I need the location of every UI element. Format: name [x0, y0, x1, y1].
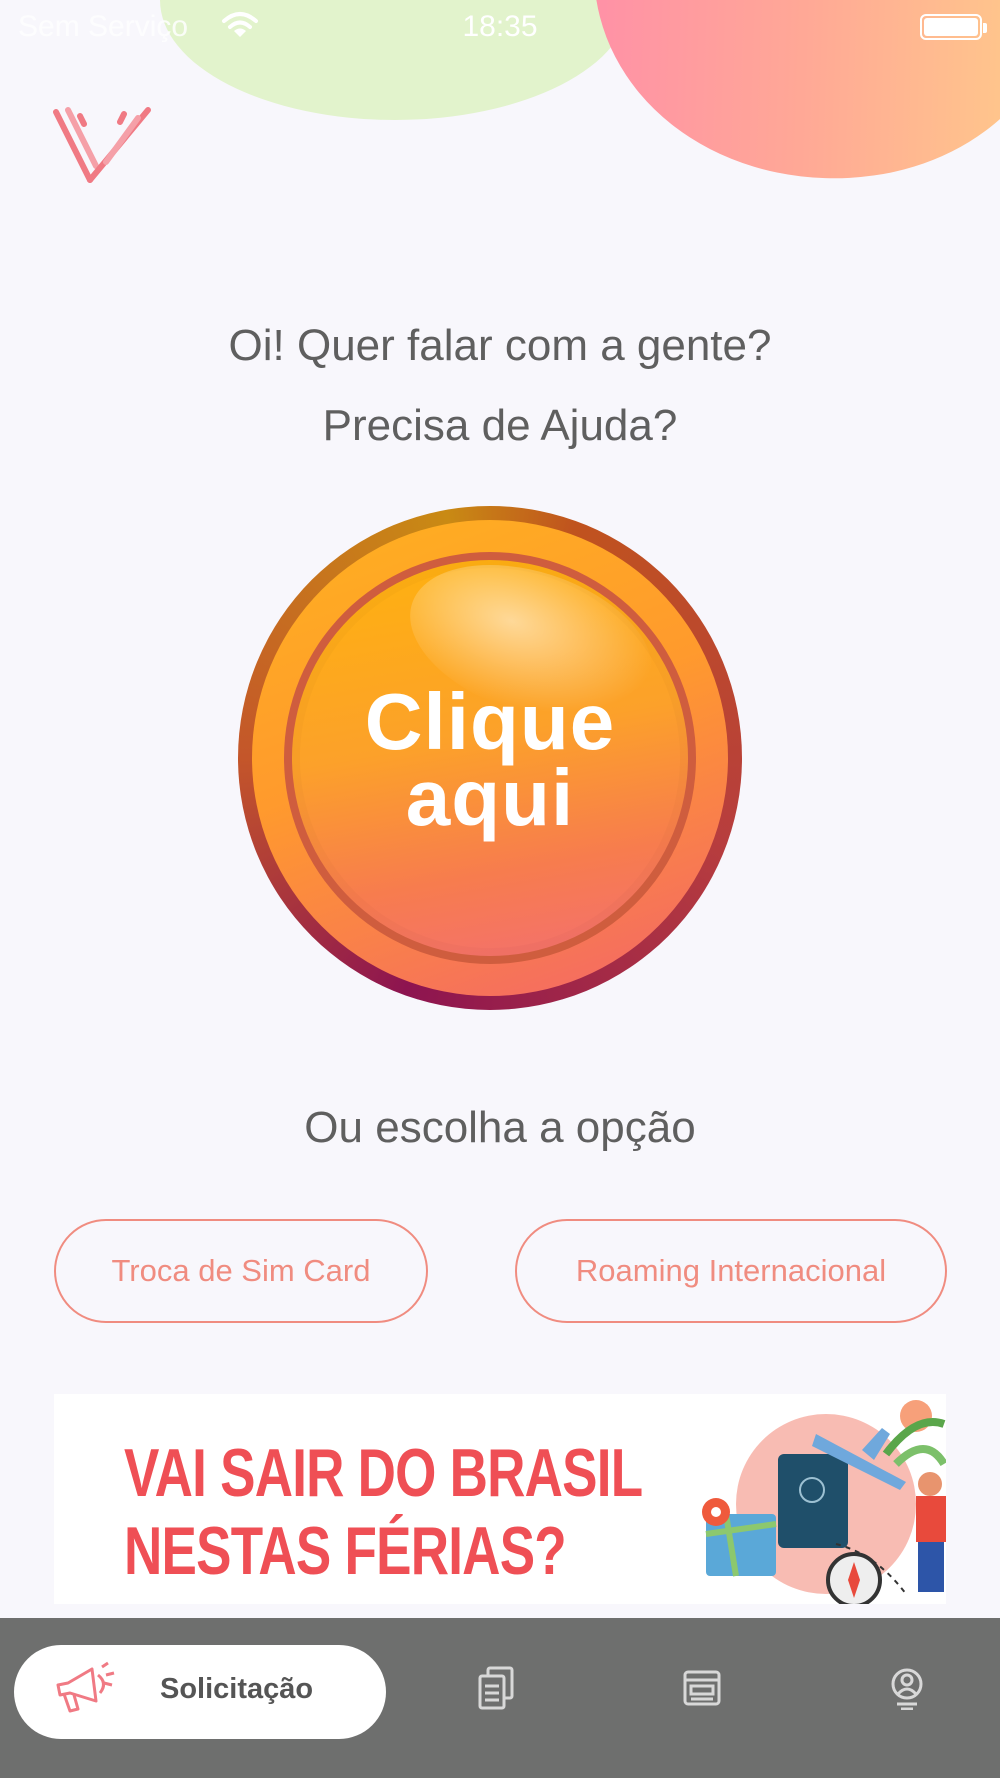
promo-banner[interactable]: VAI SAIR DO BRASIL NESTAS FÉRIAS? — [54, 1394, 946, 1604]
bottom-nav: Solicitação — [0, 1618, 1000, 1778]
click-here-label: Clique aqui — [364, 677, 616, 842]
news-icon[interactable] — [682, 1666, 722, 1710]
nav-tab-request-label: Solicitação — [160, 1673, 314, 1705]
megaphone-icon — [56, 1661, 115, 1713]
clock: 18:35 — [462, 10, 538, 43]
battery-icon — [920, 14, 987, 40]
greeting: Oi! Quer falar com a gente? Precisa de A… — [0, 306, 1000, 466]
documents-icon[interactable] — [476, 1666, 516, 1710]
international-roaming-button[interactable]: Roaming Internacional — [515, 1219, 947, 1323]
greeting-line-2: Precisa de Ajuda? — [322, 401, 678, 450]
click-here-button[interactable]: Clique aqui — [238, 506, 742, 1010]
sim-card-swap-button[interactable]: Troca de Sim Card — [54, 1219, 428, 1323]
choose-option-label: Ou escolha a opção — [304, 1103, 696, 1152]
nav-tab-request[interactable]: Solicitação — [14, 1645, 386, 1739]
travel-illustration-icon — [702, 1400, 946, 1604]
profile-icon[interactable] — [887, 1666, 927, 1710]
greeting-line-1: Oi! Quer falar com a gente? — [228, 321, 772, 370]
status-bar: Sem Serviço 18:35 — [0, 0, 1000, 56]
banner-headline: VAI SAIR DO BRASIL NESTAS FÉRIAS? — [124, 1435, 643, 1589]
app-logo-icon — [53, 107, 151, 183]
